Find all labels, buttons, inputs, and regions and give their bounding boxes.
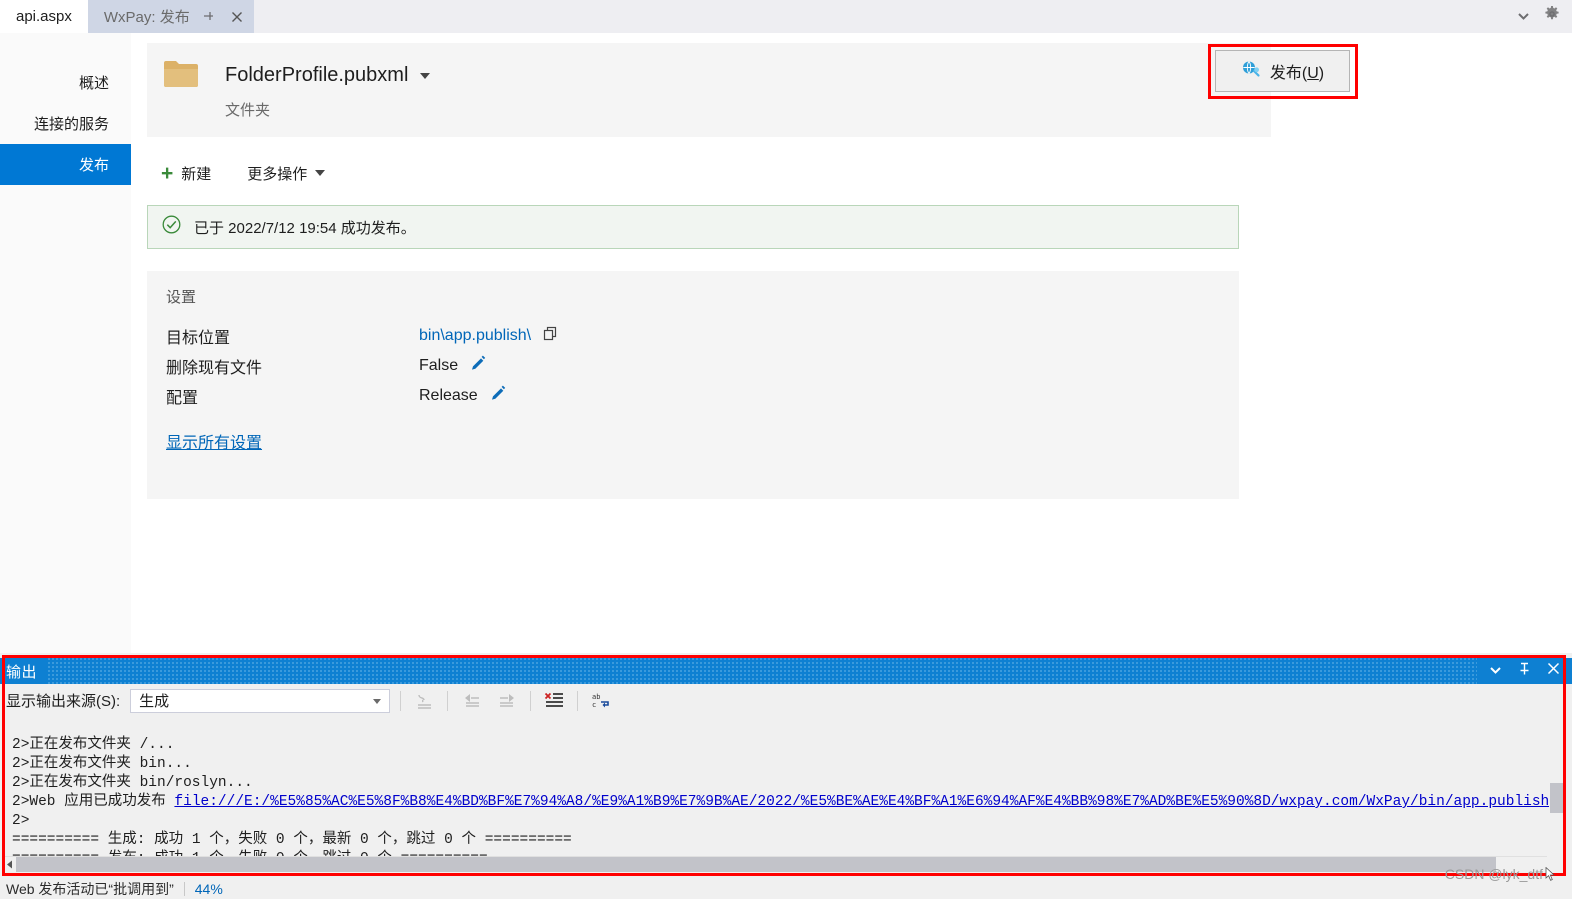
setting-label: 删除现有文件 (166, 360, 263, 377)
output-source-select[interactable]: 生成 (130, 688, 391, 713)
editor-tab-strip: api.aspx WxPay: 发布 (0, 0, 1572, 34)
tab-label: api.aspx (16, 8, 72, 25)
output-line-with-link: 2>Web 应用已成功发布 file:///E:/%E5%85%AC%E5%8F… (12, 793, 1564, 812)
sidebar-item-label: 发布 (78, 157, 109, 174)
publish-settings-card: 设置 目标位置 bin\app.publish\ 删除现有文件 False 配置… (147, 271, 1239, 499)
publish-profile-title-row[interactable]: FolderProfile.pubxml (225, 64, 431, 87)
new-profile-label: 新建 (181, 165, 212, 183)
status-bar-text: Web 发布活动已“批调用到” (6, 880, 174, 897)
delete-existing-files-value: False (419, 357, 459, 374)
publish-main-panel: FolderProfile.pubxml 文件夹 发布(U) + 新建 更多操作… (131, 33, 1572, 653)
sidebar-item-label: 概述 (78, 75, 109, 92)
pin-icon[interactable] (1518, 662, 1531, 681)
new-profile-button[interactable]: + 新建 (161, 163, 211, 184)
output-panel: 输出 显示输出来源(S): 生成 ab c 2>正在发布文件夹 /... 2>正… (0, 653, 1572, 878)
output-line: 2>正在发布文件夹 /... (12, 737, 175, 753)
csdn-watermark: CSDN @lyk_dtf (1445, 866, 1556, 882)
tabstrip-actions (1517, 0, 1572, 33)
tab-api-aspx[interactable]: api.aspx (0, 0, 88, 33)
output-line: 2> (12, 813, 30, 829)
status-bar: Web 发布活动已“批调用到” 44% (0, 878, 1572, 899)
svg-text:ab: ab (592, 693, 600, 701)
publish-profile-subtitle: 文件夹 (225, 102, 271, 119)
sidebar-item-publish[interactable]: 发布 (0, 144, 131, 185)
toolbar-separator (530, 690, 532, 711)
target-location-value[interactable]: bin\app.publish\ (419, 327, 531, 345)
status-separator (183, 881, 185, 896)
go-to-next-message-icon[interactable] (494, 689, 520, 713)
setting-row-delete-existing-files: 删除现有文件 False (166, 351, 866, 381)
pin-icon[interactable] (200, 8, 218, 26)
show-all-settings-link[interactable]: 显示所有设置 (166, 429, 262, 453)
sidebar-item-label: 连接的服务 (33, 116, 109, 133)
find-message-icon[interactable] (411, 689, 437, 713)
success-check-icon (162, 215, 181, 239)
output-horizontal-scrollbar-thumb[interactable] (16, 857, 1496, 872)
edit-pencil-icon[interactable] (470, 355, 487, 377)
visual-studio-publish-window: api.aspx WxPay: 发布 概述 连接的服务 发布 FolderPro… (0, 0, 1572, 899)
output-panel-title: 输出 (6, 663, 38, 681)
titlebar-drag-handle[interactable] (47, 658, 1477, 684)
publish-profile-name: FolderProfile.pubxml (225, 64, 409, 86)
output-line: ========== 生成: 成功 1 个，失败 0 个，最新 0 个，跳过 0… (12, 832, 572, 848)
close-icon[interactable] (1547, 662, 1560, 680)
status-bar-link[interactable]: 44% (195, 881, 223, 897)
output-line: 2>正在发布文件夹 bin... (12, 756, 192, 772)
publish-sidebar: 概述 连接的服务 发布 (0, 33, 131, 653)
published-url-link[interactable]: file:///E:/%E5%85%AC%E5%8F%B8%E4%BD%BF%E… (174, 794, 1558, 810)
publish-success-text: 已于 2022/7/12 19:54 成功发布。 (194, 219, 416, 237)
more-actions-label: 更多操作 (247, 165, 308, 183)
output-toolbar: 显示输出来源(S): 生成 ab c (0, 684, 1572, 717)
output-titlebar: 输出 (0, 658, 1572, 684)
publish-button-highlight-box (1208, 44, 1358, 99)
sidebar-item-overview[interactable]: 概述 (0, 62, 131, 103)
settings-section-title: 设置 (166, 289, 197, 306)
output-line: 2>正在发布文件夹 bin/roslyn... (12, 775, 253, 791)
setting-label: 配置 (166, 390, 199, 407)
toolbar-separator (577, 690, 579, 711)
publish-profile-card: FolderProfile.pubxml 文件夹 (147, 43, 1271, 137)
output-line-text: 2>Web 应用已成功发布 (12, 794, 175, 810)
folder-icon (164, 60, 198, 88)
toggle-word-wrap-icon[interactable]: ab c (588, 689, 614, 713)
output-text-area[interactable]: 2>正在发布文件夹 /... 2>正在发布文件夹 bin... 2>正在发布文件… (2, 717, 1564, 856)
more-actions-button[interactable]: 更多操作 (247, 163, 326, 184)
close-icon[interactable] (228, 8, 246, 26)
svg-text:c: c (592, 701, 596, 709)
mouse-cursor-icon (1545, 866, 1556, 881)
chevron-down-icon[interactable] (420, 72, 431, 79)
configuration-value: Release (419, 387, 478, 404)
sidebar-item-connected-services[interactable]: 连接的服务 (0, 103, 131, 144)
output-line-clipped (12, 717, 1564, 736)
clear-all-icon[interactable] (541, 689, 567, 713)
setting-row-configuration: 配置 Release (166, 381, 866, 411)
setting-label: 目标位置 (166, 330, 231, 347)
chevron-down-icon[interactable] (1517, 8, 1530, 26)
tab-label: WxPay: 发布 (103, 9, 190, 26)
scroll-left-arrow-icon[interactable] (3, 857, 17, 872)
publish-success-banner: 已于 2022/7/12 19:54 成功发布。 (147, 205, 1239, 249)
chevron-down-icon (373, 698, 382, 704)
go-to-previous-message-icon[interactable] (458, 689, 484, 713)
tab-wxpay-publish[interactable]: WxPay: 发布 (87, 0, 254, 33)
output-source-label: 显示输出来源(S): (6, 693, 121, 710)
output-vertical-scrollbar-thumb[interactable] (1550, 783, 1564, 813)
publish-toolbar: + 新建 更多操作 (147, 151, 1271, 195)
watermark-text: CSDN @lyk_dtf (1444, 866, 1543, 882)
show-all-settings-row: 显示所有设置 (166, 426, 866, 456)
plus-icon: + (161, 161, 174, 185)
toolbar-separator (447, 690, 449, 711)
chevron-down-icon[interactable] (1489, 662, 1502, 680)
gear-icon[interactable] (1544, 6, 1560, 27)
chevron-down-icon (315, 170, 326, 176)
output-source-value: 生成 (139, 693, 170, 710)
copy-icon[interactable] (543, 326, 559, 347)
setting-row-target-location: 目标位置 bin\app.publish\ (166, 321, 866, 351)
edit-pencil-icon[interactable] (490, 385, 507, 407)
toolbar-separator (400, 690, 402, 711)
